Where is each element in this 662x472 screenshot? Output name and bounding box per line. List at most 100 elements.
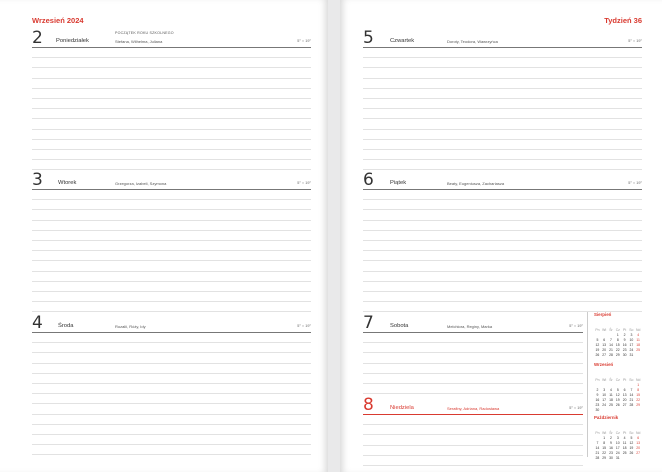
writing-line	[32, 291, 311, 292]
writing-line	[363, 67, 642, 69]
writing-line	[32, 87, 311, 89]
writing-line	[363, 301, 642, 303]
writing-line	[32, 413, 311, 415]
writing-line	[32, 159, 311, 161]
day-number: 2	[32, 28, 43, 48]
calendar-day: 28	[609, 353, 613, 357]
writing-line	[363, 240, 642, 241]
day-name: Środa	[58, 323, 74, 329]
writing-line	[32, 209, 311, 211]
writing-line	[32, 199, 311, 201]
writing-line	[32, 67, 311, 69]
name-days: Stefana, Wilhelma, Juliana	[115, 39, 163, 44]
day-name: Sobota	[390, 323, 409, 329]
writing-line	[32, 434, 311, 435]
writing-line	[32, 393, 311, 395]
writing-line	[32, 108, 311, 110]
month-header: Wrzesień 2024	[32, 16, 84, 25]
left-page: Wrzesień 2024 2 Poniedziałek POCZĄTEK RO…	[0, 0, 328, 472]
writing-line	[363, 424, 583, 426]
day-number: 6	[363, 170, 374, 190]
day-divider-line	[363, 47, 642, 48]
writing-line	[363, 149, 642, 150]
writing-line	[363, 311, 642, 313]
writing-line	[363, 280, 642, 282]
writing-line	[363, 444, 583, 446]
writing-line	[363, 434, 583, 436]
name-days: Grzegorza, Izabeli, Szymona	[115, 181, 167, 186]
day-name: Niedziela	[390, 405, 414, 411]
writing-line	[32, 383, 311, 384]
day-number: 7	[363, 313, 374, 333]
day-divider-line	[32, 189, 311, 190]
day-name: Wtorek	[58, 180, 77, 186]
calendar-divider	[587, 312, 588, 457]
writing-line	[32, 169, 311, 171]
weather-info: 5° ○ 19°	[297, 181, 311, 185]
writing-line	[363, 465, 583, 466]
writing-line	[32, 280, 311, 282]
writing-line	[363, 372, 583, 374]
calendar-day	[635, 454, 642, 459]
mini-calendar-october: Październik Pn Wt Śr Cz Pt So Nd 1 2 3 4 5 6 7 8 9 10 11 1…	[594, 415, 642, 460]
calendar-day: 28	[595, 456, 600, 460]
calendar-day: 30	[609, 456, 613, 460]
day-5: 5 Czwartek Doroty, Teodora, Wawrzyńca 5°…	[363, 28, 642, 48]
week-row: 26 27 28 29 30 31	[594, 343, 642, 357]
writing-line	[363, 118, 642, 120]
day-3: 3 Wtorek Grzegorza, Izabeli, Szymona 5° …	[32, 170, 311, 190]
day-divider-line	[363, 414, 583, 415]
calendar-day	[635, 351, 642, 356]
calendar-day: 30	[595, 408, 600, 412]
writing-line	[32, 128, 311, 130]
calendar-day	[628, 406, 635, 411]
writing-line	[32, 98, 311, 99]
writing-line	[32, 138, 311, 140]
weather-info: 5° ○ 19°	[569, 324, 583, 328]
calendar-day	[628, 454, 635, 459]
day-7: 7 Sobota Melchiora, Reginy, Marka 5° ○ 1…	[363, 313, 583, 333]
writing-line	[363, 383, 583, 384]
writing-line	[363, 342, 583, 344]
writing-line	[363, 454, 583, 456]
writing-line	[363, 57, 642, 59]
writing-line	[32, 77, 311, 79]
calendar-day	[601, 406, 608, 411]
day-name: Piątek	[390, 180, 407, 186]
calendar-day: 29	[602, 456, 607, 460]
day-number: 4	[32, 313, 43, 333]
writing-line	[363, 209, 642, 211]
writing-line	[32, 301, 311, 303]
week-header: Tydzień 36	[604, 16, 642, 25]
writing-line	[363, 169, 642, 171]
writing-line	[32, 403, 311, 405]
calendar-day: 29	[615, 353, 620, 357]
writing-line	[363, 87, 642, 89]
name-days: Beaty, Eugeniusza, Zachariasza	[447, 181, 505, 186]
writing-line	[363, 270, 642, 272]
writing-line	[363, 77, 642, 79]
writing-line	[363, 291, 642, 292]
writing-line	[363, 128, 642, 130]
writing-line	[32, 352, 311, 354]
weather-info: 5° ○ 19°	[297, 324, 311, 328]
weather-info: 5° ○ 19°	[628, 181, 642, 185]
name-days: Rozalii, Róży, Idy	[115, 324, 146, 329]
writing-line	[32, 240, 311, 241]
calendar-day: 26	[595, 353, 600, 357]
day-number: 8	[363, 395, 374, 415]
day-number: 5	[363, 28, 374, 48]
calendar-day	[621, 454, 628, 459]
mini-calendar-grid: Pn Wt Śr Cz Pt So Nd 1 2 3 4 5 6 7 8 9 10 11 12 13 14 15 16 17 1…	[594, 421, 642, 460]
day-6: 6 Piątek Beaty, Eugeniusza, Zachariasza …	[363, 170, 642, 190]
name-days: Melchiora, Reginy, Marka	[447, 324, 493, 329]
day-2: 2 Poniedziałek POCZĄTEK ROKU SZKOLNEGO S…	[32, 28, 311, 48]
day-number: 3	[32, 170, 43, 190]
writing-line	[363, 199, 642, 201]
day-name: Czwartek	[390, 38, 415, 44]
writing-line	[32, 250, 311, 252]
week-row: 30	[594, 398, 642, 412]
calendar-day: 31	[615, 456, 620, 460]
weather-info: 5° ○ 19°	[628, 39, 642, 43]
writing-line	[363, 352, 583, 354]
